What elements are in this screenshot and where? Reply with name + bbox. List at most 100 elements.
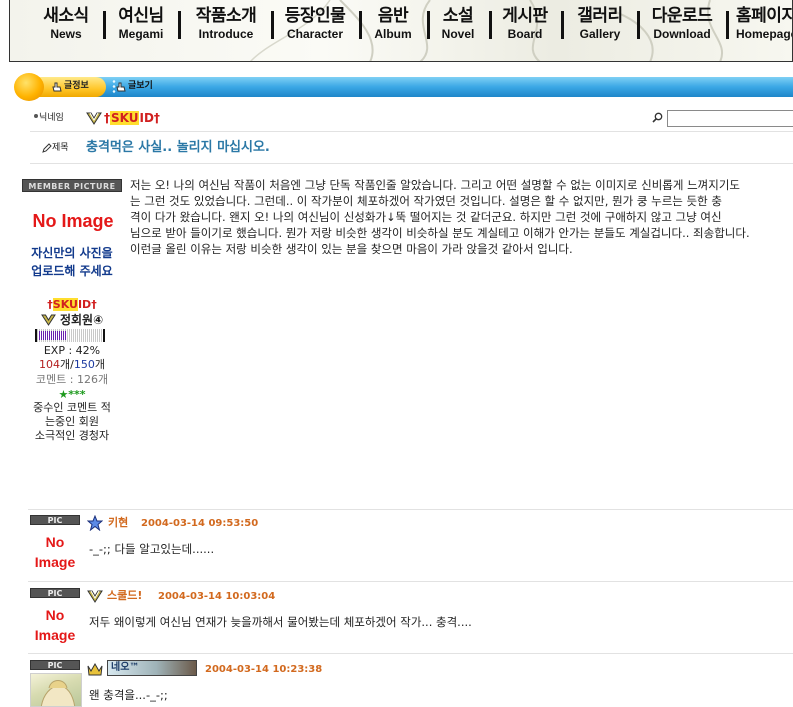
comment-text: 저두 왜이렇게 여신님 연재가 늦을까해서 물어봤는데 체포하겠어 작가... …: [89, 615, 472, 629]
nav-separator: [726, 11, 729, 39]
member-desc-line: 는중인 회원: [44, 415, 100, 428]
member-level: 정회원④: [22, 312, 122, 328]
post-tab-bar: 글정보 글보기: [14, 73, 793, 101]
level-badge-icon: [40, 314, 56, 326]
nav-character-ko: 등장인물: [284, 6, 346, 26]
comment-text: 왠 충격을...-_-;;: [89, 688, 168, 702]
comment-author: 네오™: [111, 662, 140, 673]
nav-gallery-ko: 갤러리: [577, 6, 623, 26]
comment-pic-label: PIC: [30, 515, 80, 525]
nav-introduce-en: Introduce: [198, 27, 254, 41]
nav-news[interactable]: 새소식 News: [38, 6, 94, 41]
comment-divider: [28, 509, 793, 510]
nav-download[interactable]: 다운로드 Download: [646, 6, 718, 41]
comment-divider: [28, 653, 793, 654]
member-comment-count: 코멘트 : 126개: [35, 373, 109, 386]
tab-post-info[interactable]: 글정보: [64, 80, 89, 92]
author-suffix: ID†: [139, 111, 160, 125]
post-body-line: 저는 오! 나의 여신님 작품이 처음엔 그냥 단독 작품인줄 알았습니다. 그…: [130, 178, 740, 192]
nav-gallery[interactable]: 갤러리 Gallery: [570, 6, 630, 41]
nav-introduce-ko: 작품소개: [195, 6, 257, 26]
comment-date: 2004-03-14 09:53:50: [141, 518, 259, 529]
level-badge-icon: [86, 112, 102, 125]
nav-megami[interactable]: 여신님 Megami: [113, 6, 169, 41]
post-body: 저는 오! 나의 여신님 작품이 처음엔 그냥 단독 작품인줄 알았습니다. 그…: [130, 177, 793, 257]
divider: [30, 163, 793, 164]
nav-separator: [271, 11, 274, 39]
nick-highlight: SKU: [52, 298, 78, 311]
nav-album-ko: 음반: [377, 6, 409, 26]
post-author[interactable]: †SKUID†: [104, 110, 160, 126]
exp-bar: [35, 329, 105, 342]
post-body-line: 이런글 올린 이유는 저랑 비슷한 생각이 있는 분을 찾으면 마음이 가라 앉…: [130, 242, 573, 256]
nav-board-en: Board: [507, 27, 543, 41]
hand-pointer-icon: [52, 82, 62, 92]
post-body-line: 는 그런 것도 있었습니다. 그런데.. 이 작가분이 체포하겠어 작가였던 것…: [130, 194, 722, 208]
member-no-image: No Image: [32, 211, 114, 231]
divider: [30, 131, 793, 132]
nav-megami-ko: 여신님: [118, 6, 164, 26]
comment-pic-label: PIC: [30, 660, 80, 670]
nav-download-ko: 다운로드: [651, 6, 713, 26]
nav-character-en: Character: [286, 27, 344, 41]
nav-introduce[interactable]: 작품소개 Introduce: [188, 6, 264, 41]
nav-novel-en: Novel: [441, 27, 475, 41]
member-nickname[interactable]: †SKUID†: [22, 298, 122, 312]
nav-album-en: Album: [374, 27, 412, 41]
upload-photo-note: 자신만의 사진을업로드해 주세요: [22, 244, 122, 280]
nick-suffix: ID†: [77, 298, 97, 311]
nav-news-ko: 새소식: [43, 6, 89, 26]
comment-author-nickimage[interactable]: 네오™: [107, 660, 197, 676]
subject-label: 제목: [52, 143, 69, 153]
search-input[interactable]: [667, 110, 793, 127]
nav-separator: [427, 11, 430, 39]
member-desc-line: 중수인 코멘트 적: [33, 401, 111, 414]
comment-date: 2004-03-14 10:03:04: [158, 591, 276, 602]
nickname-label: 닉네임: [39, 113, 64, 123]
upload-note-line: 업로드해 주세요: [31, 264, 113, 278]
comment-divider: [28, 581, 793, 582]
upload-note-line: 자신만의 사진을: [31, 246, 113, 260]
nav-separator: [637, 11, 640, 39]
nav-homepage-en: Homepage: [736, 27, 793, 41]
nav-novel-ko: 소설: [442, 6, 474, 26]
avatar-artwork: [40, 680, 76, 706]
nav-album[interactable]: 음반 Album: [368, 6, 418, 41]
member-post-count: 104개/150개: [22, 358, 122, 372]
comment-pic-label: PIC: [30, 588, 80, 598]
comment-no-image: No Image: [28, 532, 82, 572]
post-title: 충격먹은 사실.. 놀리지 마십시오.: [86, 140, 270, 155]
comment-date: 2004-03-14 10:23:38: [205, 664, 323, 675]
pencil-icon: [42, 143, 52, 153]
post-body-line: 님으로 받아 들이기로 했습니다. 뭔가 저랑 비슷한 생각이 비슷하실 분도 …: [130, 226, 750, 240]
member-description: 중수인 코멘트 적 는중인 회원 소극적인 경청자: [22, 401, 122, 443]
hand-pointer-icon: [116, 82, 126, 92]
comment-author[interactable]: 스쿨드!: [107, 589, 142, 603]
nav-board[interactable]: 게시판 Board: [497, 6, 553, 41]
comment-text: -_-;; 다들 알고있는데......: [89, 542, 215, 556]
nav-homepage[interactable]: 홈페이지 Homepage: [736, 6, 793, 41]
posts-max: 150: [73, 358, 95, 371]
author-highlight: SKU: [110, 111, 140, 125]
nav-download-en: Download: [653, 27, 711, 41]
member-picture-label: MEMBER PICTURE: [22, 179, 122, 192]
nav-character[interactable]: 등장인물 Character: [280, 6, 350, 41]
nav-gallery-en: Gallery: [579, 27, 621, 41]
comment-author[interactable]: 키현: [108, 516, 128, 530]
nick-dagger: †: [47, 298, 53, 311]
member-desc-line: 소극적인 경청자: [34, 429, 110, 442]
search-icon[interactable]: [652, 112, 663, 123]
nav-novel[interactable]: 소설 Novel: [434, 6, 482, 41]
tab-post-view[interactable]: 글보기: [128, 80, 153, 92]
nav-separator: [178, 11, 181, 39]
tab-bar-orb: [14, 73, 44, 101]
posts-unit: 개: [94, 358, 105, 371]
nav-separator: [489, 11, 492, 39]
member-stars: ★***: [58, 388, 86, 401]
comment-no-image-text: No Image: [34, 607, 76, 643]
nav-separator: [359, 11, 362, 39]
posts-count: 104: [39, 358, 61, 371]
post-body-line: 격이 다가 왔습니다. 왠지 오! 나의 여신님이 신성화가↓뚝 떨어지는 것 …: [130, 210, 722, 224]
nav-separator: [561, 11, 564, 39]
comment-no-image-text: No Image: [34, 534, 76, 570]
